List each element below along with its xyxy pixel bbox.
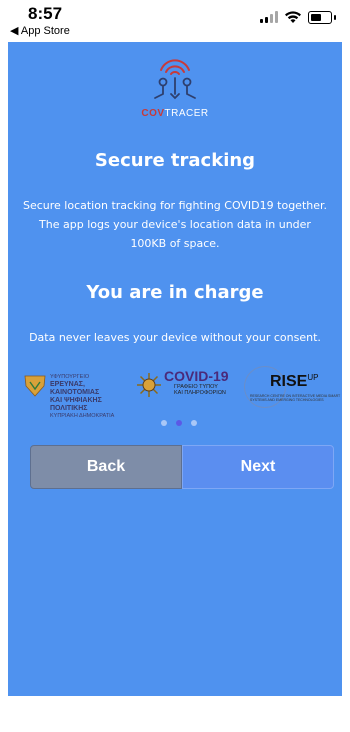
cellular-signal-icon (260, 11, 278, 23)
status-time: 8:57 (28, 4, 63, 23)
back-to-app-store-link[interactable]: ◀ App Store (10, 24, 70, 37)
section-text-secure-tracking: Secure location tracking for fighting CO… (22, 199, 327, 250)
onboarding-screen: COVTRACER Secure tracking Secure locatio… (8, 42, 342, 696)
status-bar: 8:57 ◀ App Store (0, 0, 350, 42)
section-text-in-charge: Data never leaves your device without yo… (29, 331, 321, 344)
status-icons (260, 10, 336, 24)
battery-icon (308, 10, 336, 24)
brand-wordmark: COVTRACER (8, 108, 342, 119)
covtracer-logo-icon (154, 59, 196, 100)
page-dot-1[interactable] (161, 420, 167, 426)
next-button[interactable]: Next (182, 445, 334, 489)
cyprus-crest-icon (24, 375, 46, 397)
section-title-secure-tracking: Secure tracking (94, 150, 256, 171)
riseup-subtitle: RESEARCH CENTRE ON INTERACTIVE MEDIA SMA… (250, 394, 341, 402)
riseup-logo: RISEUP (270, 373, 319, 390)
brand-wordmark-rest: TRACER (164, 108, 209, 119)
bottom-safe-area (0, 696, 350, 732)
brand-wordmark-bold: COV (141, 108, 165, 119)
page-dot-2-active[interactable] (176, 420, 182, 426)
section-title-in-charge: You are in charge (86, 282, 264, 303)
back-button[interactable]: Back (30, 445, 182, 489)
press-office-sun-icon (137, 373, 161, 397)
ministry-logo-text: ΥΦΥΠΟΥΡΓΕΙΟ ΕΡΕΥΝΑΣ, ΚΑΙΝΟΤΟΜΙΑΣ ΚΑΙ ΨΗΦ… (50, 374, 115, 419)
page-dot-3[interactable] (191, 420, 197, 426)
partner-logos: ΥΦΥΠΟΥΡΓΕΙΟ ΕΡΕΥΝΑΣ, ΚΑΙΝΟΤΟΜΙΑΣ ΚΑΙ ΨΗΦ… (8, 364, 342, 419)
page-indicator (161, 420, 197, 426)
covid19-logo: COVID-19 ΓΡΑΦΕΙΟ ΤΥΠΟΥ ΚΑΙ ΠΛΗΡΟΦΟΡΙΩΝ (164, 368, 229, 396)
wifi-icon (285, 11, 301, 23)
